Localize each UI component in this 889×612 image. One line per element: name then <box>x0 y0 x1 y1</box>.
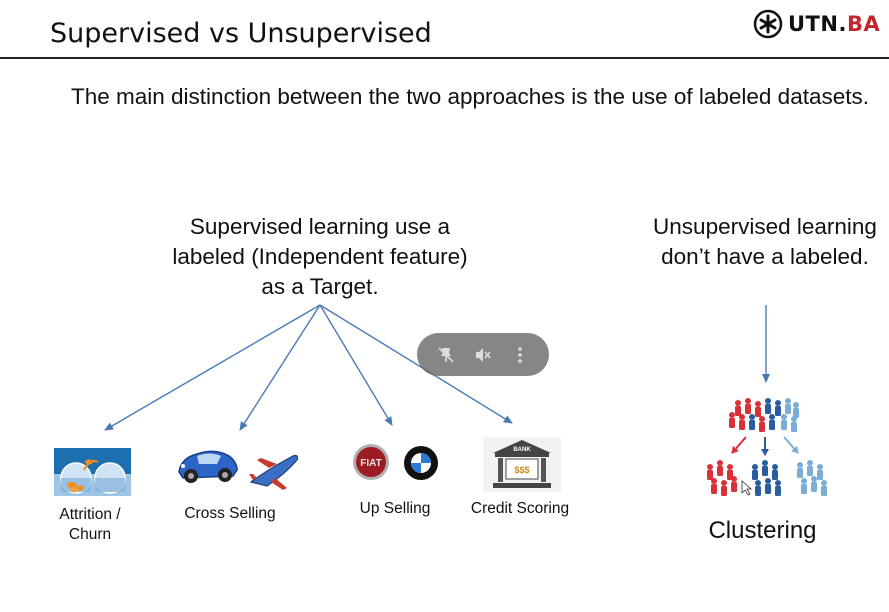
bank-sign-bottom: $$$ <box>514 465 529 475</box>
up-selling-label: Up Selling <box>359 500 431 517</box>
clustering-image <box>707 398 827 496</box>
arrow-to-cross-selling <box>239 304 321 431</box>
bank-sign-top: BANK <box>513 447 531 453</box>
car-image <box>178 450 238 483</box>
cross-selling-label: Cross Selling <box>184 505 276 522</box>
fish-bowl-image <box>54 448 131 496</box>
pin-off-icon <box>438 346 454 363</box>
more-options-button[interactable] <box>508 343 532 367</box>
arrow-to-up-selling <box>319 304 393 426</box>
bmw-logo-image <box>404 446 438 480</box>
clustering-label: Clustering <box>708 517 817 544</box>
mute-button[interactable] <box>471 343 495 367</box>
mute-icon <box>475 347 491 362</box>
mouse-cursor-icon <box>741 480 753 496</box>
svg-text:FIAT: FIAT <box>360 458 381 469</box>
airplane-image <box>249 454 299 490</box>
bank-image: BANK $$$ <box>483 437 561 492</box>
video-controls-overlay <box>417 333 549 376</box>
attrition-label: Attrition / Churn <box>59 506 121 543</box>
arrow-to-attrition <box>104 304 321 431</box>
more-vertical-icon <box>518 346 523 363</box>
pin-off-button[interactable] <box>434 343 458 367</box>
credit-scoring-label: Credit Scoring <box>470 500 570 517</box>
fiat-logo-image: FIAT <box>353 444 389 480</box>
